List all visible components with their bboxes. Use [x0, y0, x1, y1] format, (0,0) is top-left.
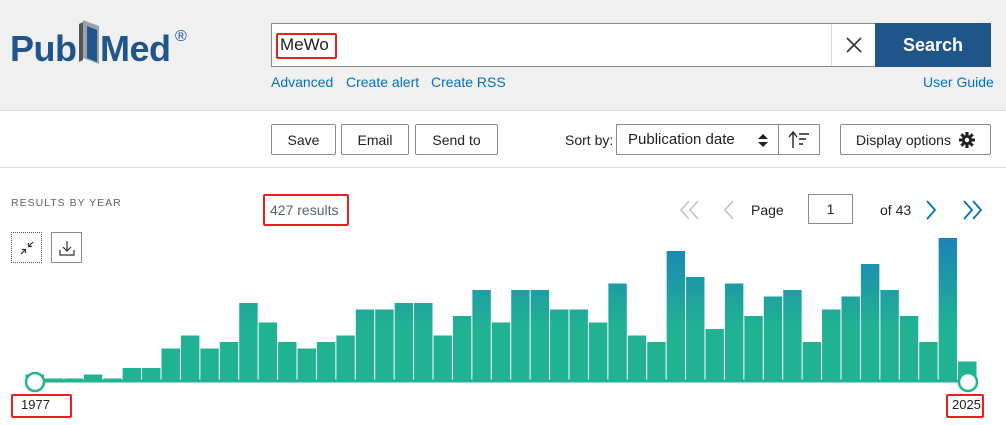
- year-bar-2001[interactable]: [491, 322, 511, 382]
- book-icon: [79, 20, 99, 64]
- range-end-label: 2025: [952, 397, 981, 412]
- year-bar-1999[interactable]: [452, 316, 472, 381]
- year-bar-2020[interactable]: [860, 264, 880, 381]
- pubmed-logo[interactable]: Pub Med ®: [10, 18, 200, 78]
- year-bar-1983[interactable]: [142, 368, 161, 381]
- page-label: Page: [751, 202, 784, 218]
- year-bar-1989[interactable]: [258, 322, 278, 382]
- logo-text-pub: Pub: [10, 28, 77, 69]
- results-count: 427 results: [270, 202, 339, 218]
- range-start-label: 1977: [21, 397, 50, 412]
- next-page-icon[interactable]: [924, 199, 938, 221]
- sort-by-label: Sort by:: [565, 132, 614, 148]
- year-bar-2022[interactable]: [899, 316, 919, 381]
- year-bar-1986[interactable]: [200, 348, 219, 382]
- year-bar-1987[interactable]: [219, 342, 239, 381]
- year-bar-2012[interactable]: [705, 329, 724, 381]
- year-bar-2005[interactable]: [569, 309, 588, 382]
- close-icon: [845, 37, 862, 53]
- create-rss-link[interactable]: Create RSS: [431, 74, 506, 90]
- page-count: of 43: [880, 202, 912, 218]
- user-guide-link[interactable]: User Guide: [923, 74, 994, 90]
- previous-page-icon[interactable]: [722, 199, 736, 221]
- year-bar-1990[interactable]: [278, 342, 297, 381]
- sort-order-icon: [788, 130, 809, 148]
- header: Pub Med ® Search Advanced Create alert C…: [0, 0, 1006, 111]
- registered-mark: ®: [175, 28, 187, 45]
- create-alert-link[interactable]: Create alert: [346, 74, 419, 90]
- range-end-handle[interactable]: [957, 371, 979, 393]
- search-input[interactable]: [280, 32, 800, 58]
- sort-select-value: Publication date: [628, 131, 735, 148]
- year-bar-2007[interactable]: [608, 283, 627, 382]
- first-page-icon[interactable]: [679, 199, 701, 221]
- year-bar-2011[interactable]: [686, 277, 705, 381]
- year-bar-1993[interactable]: [336, 335, 355, 382]
- year-bar-2002[interactable]: [511, 290, 530, 381]
- year-bar-2014[interactable]: [744, 316, 763, 381]
- year-bar-2009[interactable]: [647, 342, 666, 381]
- year-bar-2018[interactable]: [822, 309, 841, 382]
- results-by-year-label: RESULTS BY YEAR: [11, 197, 122, 209]
- sort-select[interactable]: Publication date: [616, 124, 779, 155]
- year-bar-1994[interactable]: [355, 309, 375, 382]
- year-bar-2024[interactable]: [938, 238, 958, 381]
- email-button[interactable]: Email: [341, 124, 409, 155]
- search-button[interactable]: Search: [875, 23, 991, 67]
- year-bar-2021[interactable]: [880, 290, 899, 381]
- year-bar-1991[interactable]: [297, 348, 316, 382]
- last-page-icon[interactable]: [961, 199, 983, 221]
- year-bar-1996[interactable]: [394, 303, 414, 381]
- results-by-year-chart[interactable]: [0, 225, 1006, 425]
- save-button[interactable]: Save: [271, 124, 336, 155]
- year-bar-1988[interactable]: [239, 303, 258, 381]
- year-bar-2023[interactable]: [919, 342, 938, 381]
- year-bar-2006[interactable]: [588, 322, 608, 382]
- year-bar-2016[interactable]: [783, 290, 802, 381]
- year-bar-1985[interactable]: [180, 335, 200, 382]
- sort-order-button[interactable]: [778, 124, 820, 155]
- year-bar-1995[interactable]: [375, 309, 394, 382]
- range-start-handle[interactable]: [24, 371, 46, 393]
- year-bar-2000[interactable]: [472, 290, 491, 381]
- year-bar-1984[interactable]: [161, 348, 180, 382]
- year-bar-2004[interactable]: [550, 309, 569, 382]
- logo-text-med: Med: [100, 28, 171, 69]
- year-bar-2013[interactable]: [724, 283, 744, 382]
- display-options-label: Display options: [856, 131, 951, 148]
- gear-icon: [958, 131, 975, 148]
- year-bar-1998[interactable]: [433, 335, 452, 382]
- advanced-link[interactable]: Advanced: [271, 74, 333, 90]
- select-arrows-icon: [758, 134, 768, 147]
- send-to-button[interactable]: Send to: [415, 124, 498, 155]
- year-bar-2010[interactable]: [666, 251, 686, 381]
- page-number-input[interactable]: [808, 194, 853, 224]
- year-bar-2017[interactable]: [802, 342, 822, 381]
- year-bar-1982[interactable]: [122, 368, 142, 381]
- display-options-button[interactable]: Display options: [840, 124, 991, 155]
- year-bar-2019[interactable]: [841, 296, 860, 382]
- year-bar-1992[interactable]: [316, 342, 336, 381]
- year-bar-2015[interactable]: [763, 296, 783, 382]
- year-bar-2003[interactable]: [530, 290, 550, 381]
- clear-search-button[interactable]: [831, 24, 875, 66]
- year-bar-1997[interactable]: [414, 303, 433, 381]
- search-box: [271, 23, 875, 67]
- year-bar-2008[interactable]: [627, 335, 647, 382]
- toolbar-divider: [0, 167, 1006, 168]
